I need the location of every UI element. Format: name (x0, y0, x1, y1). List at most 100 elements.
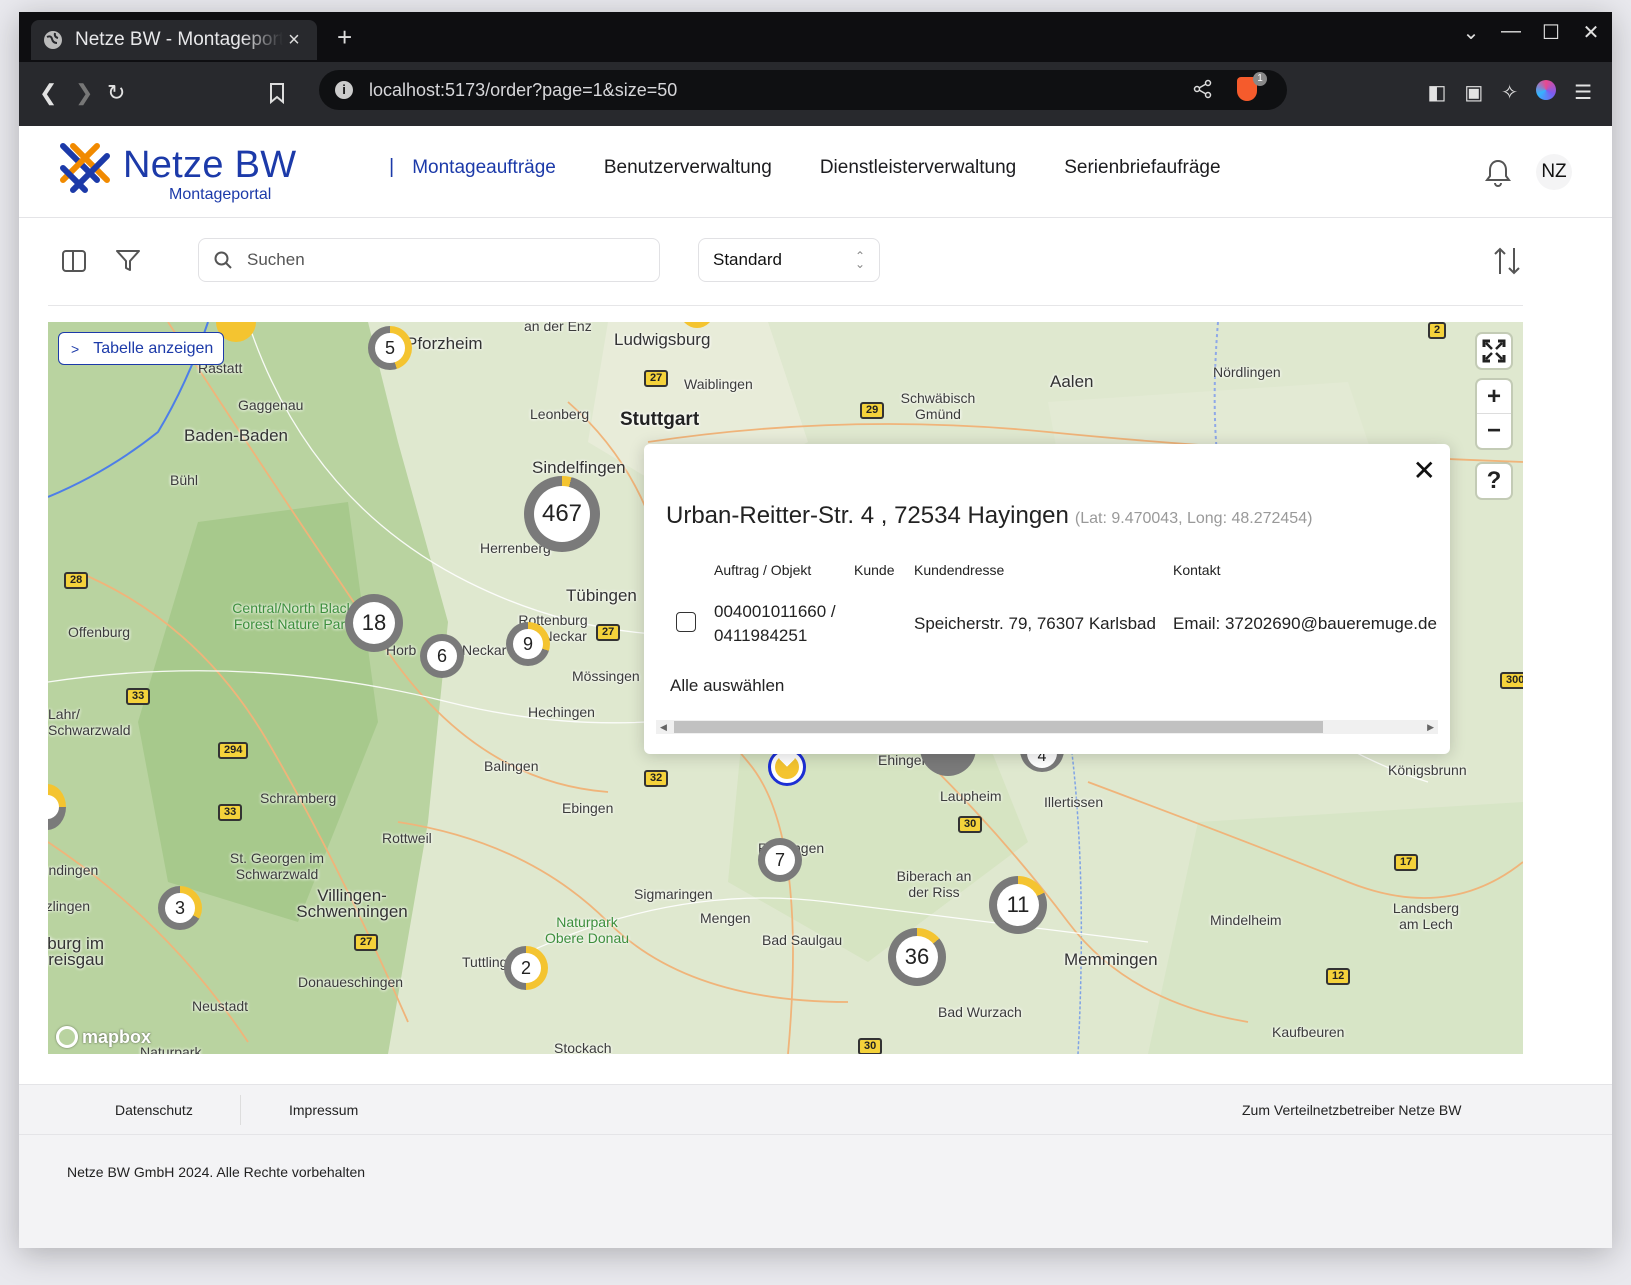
forward-icon[interactable]: ❯ (75, 80, 93, 106)
search-input[interactable] (247, 250, 627, 270)
search-field[interactable] (198, 238, 660, 282)
road-shield: 32 (644, 770, 669, 787)
column-header: Kontakt (1173, 562, 1221, 578)
location-popup: ✕ Urban-Reitter-Str. 4 , 72534 Hayingen (… (644, 444, 1450, 754)
address-bar[interactable]: i localhost:5173/order?page=1&size=50 1 (319, 70, 1287, 110)
scrollbar-thumb[interactable] (674, 721, 1323, 733)
road-shield: 27 (354, 934, 379, 951)
place-label: Lahr/ Schwarzwald (48, 706, 131, 738)
popup-coordinates: (Lat: 9.470043, Long: 48.272454) (1074, 510, 1313, 527)
place-label: Mössingen (572, 668, 640, 684)
browser-extension-icons: ◧ ▣ ✧ ☰ (1427, 80, 1592, 105)
popup-address: Urban-Reitter-Str. 4 , 72534 Hayingen (666, 502, 1069, 529)
place-label: Central/North Black Forest Nature Park (232, 600, 354, 632)
page-footer: Datenschutz Impressum Zum Verteilnetzbet… (19, 1084, 1612, 1248)
notification-bell-icon[interactable] (1484, 158, 1512, 188)
place-label: Laupheim (940, 788, 1002, 804)
user-avatar[interactable]: NZ (1536, 154, 1572, 190)
nav-serienbriefauftraege[interactable]: Serienbriefaufräge (1064, 157, 1220, 179)
search-icon (214, 251, 232, 269)
show-table-button[interactable]: > Tabelle anzeigen (58, 332, 225, 365)
place-label: St. Georgen im Schwarzwald (229, 850, 325, 882)
map-cluster[interactable]: 9 (506, 622, 550, 666)
customer-address-cell: Speicherstr. 79, 76307 Karlsbad (914, 614, 1156, 633)
select-all-link[interactable]: Alle auswählen (670, 676, 784, 696)
menu-icon[interactable]: ☰ (1574, 80, 1592, 105)
nav-dienstleisterverwaltung[interactable]: Dienstleisterverwaltung (820, 157, 1016, 179)
place-label: Sigmaringen (634, 886, 713, 902)
filter-icon[interactable] (114, 247, 142, 275)
grid-operator-link[interactable]: Zum Verteilnetzbetreiber Netze BW (1242, 1102, 1461, 1118)
place-label: Emmendingen (48, 862, 99, 878)
map-cluster[interactable]: 11 (989, 876, 1047, 934)
map-cluster[interactable]: 6 (420, 634, 464, 678)
tab-close-icon[interactable]: × (283, 29, 305, 52)
place-label: Memmingen (1064, 950, 1158, 969)
map-cluster[interactable]: 2 (504, 946, 548, 990)
list-toolbar: Standard ⌃⌄ (48, 218, 1523, 306)
close-window-icon[interactable]: ✕ (1580, 20, 1602, 45)
view-select[interactable]: Standard ⌃ ⌄ (698, 238, 880, 282)
fullscreen-button[interactable] (1477, 334, 1511, 368)
wallet-icon[interactable]: ▣ (1464, 80, 1483, 105)
map-cluster[interactable]: 18 (345, 594, 403, 652)
zoom-in-button[interactable]: + (1477, 380, 1511, 414)
map-cluster[interactable]: 467 (524, 476, 600, 552)
road-shield: 33 (218, 804, 243, 821)
scroll-left-icon[interactable]: ◀ (660, 720, 667, 734)
cluster-count: 11 (997, 884, 1039, 926)
zoom-out-button[interactable]: − (1477, 414, 1511, 448)
bookmark-icon[interactable] (269, 82, 285, 104)
globe-icon (44, 31, 62, 49)
mapbox-attribution[interactable]: mapbox (56, 1026, 151, 1048)
privacy-link[interactable]: Datenschutz (115, 1102, 193, 1118)
contact-cell: Email: 37202690@baueremuge.de (1173, 614, 1437, 633)
tab-search-chevron-icon[interactable]: ⌄ (1460, 20, 1482, 45)
map-cluster[interactable]: 36 (888, 928, 946, 986)
place-label: Leonberg (530, 406, 590, 422)
imprint-link[interactable]: Impressum (289, 1102, 358, 1118)
new-tab-button[interactable]: + (337, 22, 352, 53)
vpn-icon[interactable] (1536, 80, 1557, 100)
order-number-cell: 004001011660 / 0411984251 (714, 600, 836, 648)
close-popup-icon[interactable]: ✕ (1413, 454, 1436, 487)
sidebar-icon[interactable]: ◧ (1427, 80, 1446, 105)
browser-tab[interactable]: Netze BW - Montageportal × (31, 20, 317, 60)
site-info-icon[interactable]: i (335, 81, 353, 99)
map-cluster[interactable]: 3 (158, 886, 202, 930)
leo-ai-icon[interactable]: ✧ (1501, 80, 1518, 105)
column-layout-icon[interactable] (60, 247, 88, 275)
back-icon[interactable]: ❮ (39, 80, 57, 106)
window-controls: ⌄ — ☐ ✕ (1460, 20, 1602, 45)
row-checkbox[interactable] (676, 612, 696, 632)
map-cluster[interactable]: 7 (758, 838, 802, 882)
share-icon[interactable] (1193, 79, 1213, 99)
nav-benutzerverwaltung[interactable]: Benutzerverwaltung (604, 157, 772, 179)
place-label: Villingen-Schwenningen (296, 886, 408, 921)
scroll-right-icon[interactable]: ▶ (1427, 720, 1434, 734)
url-text: localhost:5173/order?page=1&size=50 (369, 79, 678, 100)
column-header: Kunde (854, 562, 895, 578)
active-nav-indicator: | (389, 156, 395, 178)
road-shield: 30 (958, 816, 983, 833)
place-label: Stuttgart (620, 409, 700, 430)
place-label: Hechingen (528, 704, 595, 720)
place-label: Mindelheim (1210, 912, 1282, 928)
reload-icon[interactable]: ↻ (107, 80, 125, 106)
horizontal-scrollbar[interactable]: ◀ ▶ (656, 720, 1438, 734)
help-button[interactable]: ? (1477, 464, 1511, 498)
popup-title: Urban-Reitter-Str. 4 , 72534 Hayingen (La… (666, 502, 1312, 530)
nav-montageauftraege[interactable]: Montageaufträge (412, 157, 556, 179)
place-label: Freiburg im Breisgau (48, 934, 104, 969)
shield-count-badge: 1 (1253, 72, 1267, 86)
cluster-count: 9 (513, 629, 543, 659)
road-shield: 300 (1500, 672, 1523, 689)
minimize-icon[interactable]: — (1500, 20, 1522, 45)
place-label: Gaggenau (238, 397, 304, 413)
place-label: Stockach (554, 1040, 612, 1054)
map-view[interactable]: an der Enz Pforzheim Ludwigsburg Waiblin… (48, 322, 1523, 1054)
show-table-label: Tabelle anzeigen (93, 339, 214, 357)
sort-icon[interactable] (1491, 244, 1523, 278)
map-cluster[interactable]: 5 (368, 326, 412, 370)
maximize-icon[interactable]: ☐ (1540, 20, 1562, 45)
